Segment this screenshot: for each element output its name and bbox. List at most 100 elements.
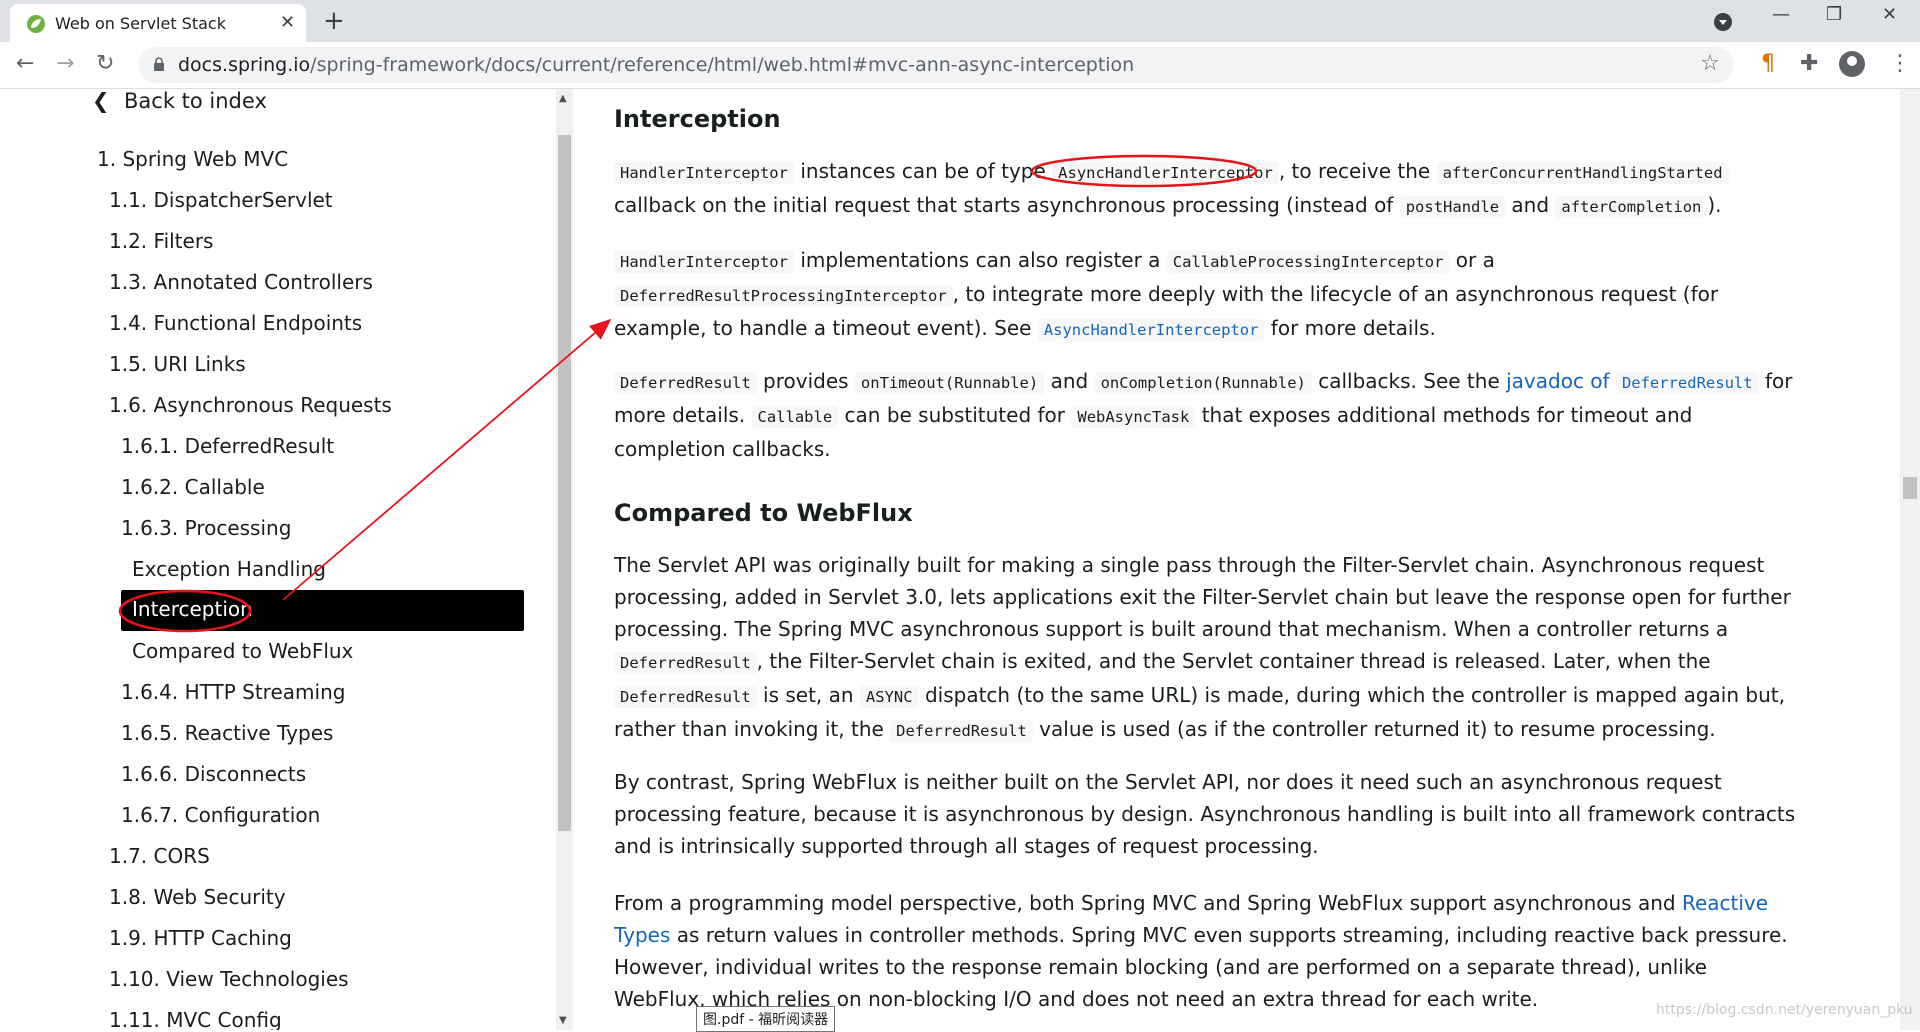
restore-icon[interactable]: ❐ [1826,4,1842,25]
heading-interception: Interception [614,105,781,133]
toc-scrollbar-thumb[interactable] [558,135,571,831]
text: or a [1449,248,1495,272]
new-tab-icon[interactable]: + [323,6,345,36]
text: From a programming model perspective, bo… [614,891,1682,915]
text: ). [1707,193,1722,217]
link-text: javadoc of [1506,369,1616,393]
toc-item-annotated-controllers[interactable]: 1.3. Annotated Controllers [109,270,373,294]
code-webasynctask: WebAsyncTask [1071,406,1196,428]
text: as return values in controller methods. … [614,923,1788,1011]
toc-item-interception-active[interactable]: Interception [121,590,524,631]
text: implementations can also register a [793,248,1167,272]
text: , to receive the [1278,159,1437,183]
address-bar[interactable]: docs.spring.io/spring-framework/docs/cur… [138,47,1734,83]
spring-leaf-icon [27,15,45,33]
toc-item-http-caching[interactable]: 1.9. HTTP Caching [109,926,292,950]
reload-icon[interactable]: ↻ [96,51,114,76]
toc-item-cors[interactable]: 1.7. CORS [109,844,210,868]
code-afterconcurrenthandlingstarted: afterConcurrentHandlingStarted [1436,162,1729,184]
text: is set, an [756,683,860,707]
link-javadoc-deferredresult[interactable]: javadoc of DeferredResult [1506,369,1759,394]
link-asynchandlerinterceptor[interactable]: AsyncHandlerInterceptor [1037,316,1265,341]
close-tab-icon[interactable]: ✕ [280,12,295,33]
code-ontimeout: onTimeout(Runnable) [854,372,1045,394]
toc-item-mvc-config[interactable]: 1.11. MVC Config [109,1008,282,1030]
text: callbacks. See the [1311,369,1507,393]
chevron-left-icon: ❮ [92,89,110,113]
toc-item-exception-handling[interactable]: Exception Handling [132,557,326,581]
text: , the Filter-Servlet chain is exited, an… [756,649,1711,673]
link-code: AsyncHandlerInterceptor [1037,319,1265,341]
code-callableprocessinginterceptor: CallableProcessingInterceptor [1166,251,1450,273]
menu-kebab-icon[interactable]: ⋮ [1889,51,1911,76]
scroll-down-arrow-icon[interactable]: ▼ [559,1015,567,1026]
url-text: docs.spring.io/spring-framework/docs/cur… [178,54,1134,76]
toc-item-configuration[interactable]: 1.6.7. Configuration [121,803,320,827]
toc-item-view-technologies[interactable]: 1.10. View Technologies [109,967,349,991]
toc-item-callable[interactable]: 1.6.2. Callable [121,475,265,499]
browser-tab[interactable]: Web on Servlet Stack ✕ [10,4,306,42]
back-to-index-link[interactable]: ❮ Back to index [92,89,267,113]
toc-item-processing[interactable]: 1.6.3. Processing [121,516,291,540]
code-callable: Callable [751,406,839,428]
text: instances can be of type [793,159,1053,183]
code-deferredresultprocessinginterceptor: DeferredResultProcessingInterceptor [614,285,953,307]
code-deferredresult: DeferredResult [614,652,757,674]
text: and [1505,193,1556,217]
window-close-icon[interactable]: ✕ [1882,4,1897,25]
toc-item-http-streaming[interactable]: 1.6.4. HTTP Streaming [121,680,345,704]
paragraph-interception-2: HandlerInterceptor implementations can a… [614,244,1804,346]
toc-item-deferredresult[interactable]: 1.6.1. DeferredResult [121,434,334,458]
code-handlerinterceptor: HandlerInterceptor [614,162,794,184]
code-aftercompletion: afterCompletion [1555,196,1708,218]
watermark: https://blog.csdn.net/yerenyuan_pku [1656,1002,1913,1018]
scroll-up-arrow-icon[interactable]: ▲ [559,93,567,104]
extension-icon[interactable]: ¶ [1761,51,1775,76]
profile-avatar-icon[interactable] [1839,51,1865,77]
toc-item-functional-endpoints[interactable]: 1.4. Functional Endpoints [109,311,362,335]
main-scrollbar-thumb[interactable] [1903,477,1917,499]
code-async: ASYNC [859,686,919,708]
text: can be substituted for [838,403,1072,427]
back-arrow-icon[interactable]: ← [16,51,34,76]
toc-item-dispatcherservlet[interactable]: 1.1. DispatcherServlet [109,188,333,212]
paragraph-webflux-3: From a programming model perspective, bo… [614,887,1804,1015]
toc-item-uri-links[interactable]: 1.5. URI Links [109,352,246,376]
toc-item-compared-to-webflux[interactable]: Compared to WebFlux [132,639,353,663]
link-code: DeferredResult [1615,372,1759,394]
code-posthandle: postHandle [1399,196,1506,218]
back-to-index-label: Back to index [124,89,267,113]
tab-title: Web on Servlet Stack [55,14,226,33]
paragraph-interception-1: HandlerInterceptor instances can be of t… [614,155,1804,223]
lock-icon [154,57,164,71]
text: for more details. [1264,316,1436,340]
toc-item-reactive-types[interactable]: 1.6.5. Reactive Types [121,721,333,745]
heading-compared-to-webflux: Compared to WebFlux [614,499,913,527]
paragraph-webflux-2: By contrast, Spring WebFlux is neither b… [614,770,1796,858]
extensions-puzzle-icon[interactable]: ✚ [1800,51,1818,76]
minimize-icon[interactable]: — [1772,4,1790,25]
taskbar-tooltip: 图.pdf - 福昕阅读器 [696,1006,836,1032]
toc-item-asynchronous-requests[interactable]: 1.6. Asynchronous Requests [109,393,392,417]
text: The Servlet API was originally built for… [614,553,1791,641]
main-scrollbar[interactable] [1900,89,1920,1030]
main-content: Interception HandlerInterceptor instance… [614,89,1808,1030]
url-path: /spring-framework/docs/current/reference… [310,54,1135,76]
code-deferredresult: DeferredResult [614,686,757,708]
browser-toolbar: ← → ↻ docs.spring.io/spring-framework/do… [0,42,1920,89]
url-host: docs.spring.io [178,54,311,76]
toc-sidebar: ❮ Back to index 1. Spring Web MVC 1.1. Di… [0,89,575,1030]
toc-item-web-security[interactable]: 1.8. Web Security [109,885,286,909]
toc-scrollbar[interactable]: ▲ ▼ [556,89,573,1030]
code-asynchandlerinterceptor: AsyncHandlerInterceptor [1052,162,1279,184]
code-deferredresult: DeferredResult [890,720,1033,742]
toc-item-filters[interactable]: 1.2. Filters [109,229,213,253]
toc-item-disconnects[interactable]: 1.6.6. Disconnects [121,762,306,786]
tab-search-icon[interactable] [1713,12,1733,32]
tab-strip: Web on Servlet Stack ✕ + — ❐ ✕ [0,0,1920,42]
bookmark-star-icon[interactable]: ☆ [1700,51,1720,76]
toc-item-spring-web-mvc[interactable]: 1. Spring Web MVC [97,147,288,171]
code-handlerinterceptor: HandlerInterceptor [614,251,794,273]
code-oncompletion: onCompletion(Runnable) [1094,372,1312,394]
forward-arrow-icon[interactable]: → [56,51,74,76]
